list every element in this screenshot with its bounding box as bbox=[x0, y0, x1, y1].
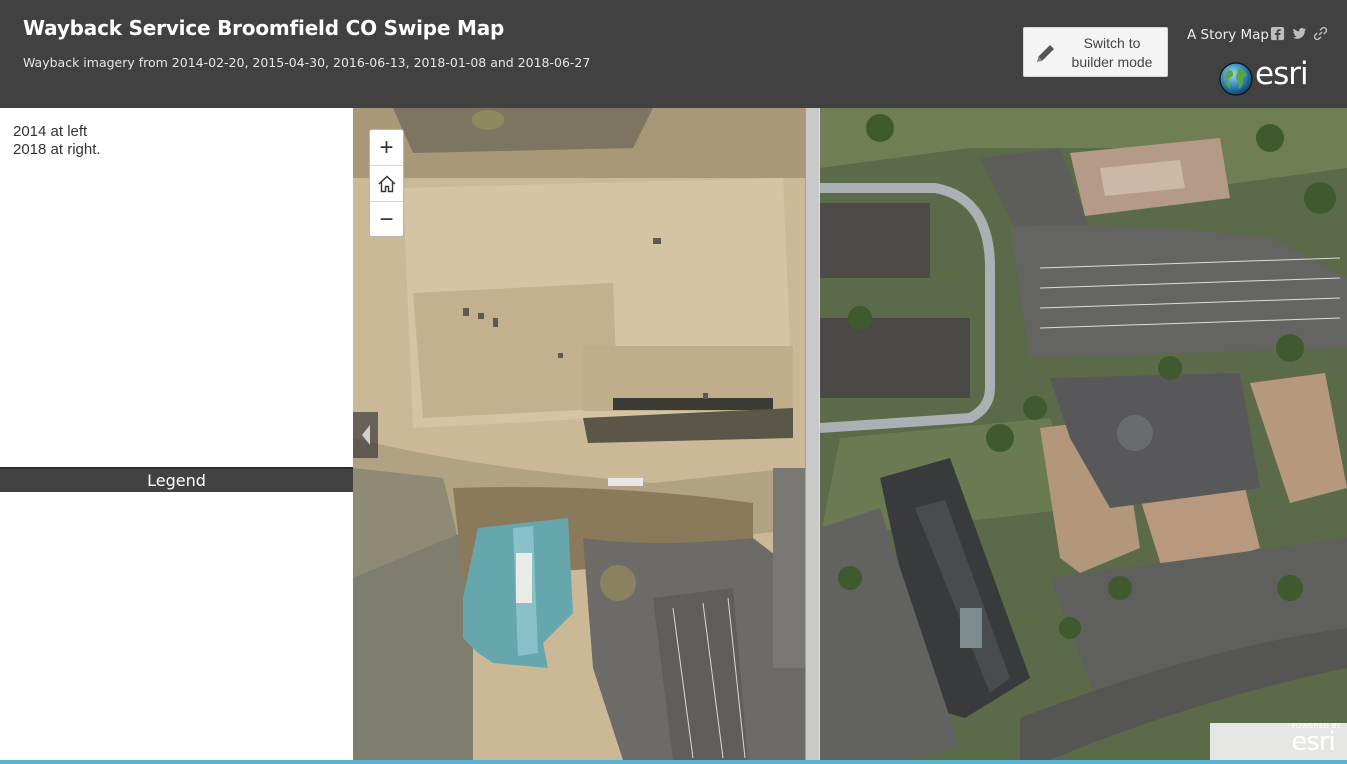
left-imagery-2014 bbox=[353, 108, 805, 760]
zoom-in-button[interactable]: + bbox=[370, 130, 403, 165]
globe-icon bbox=[1219, 62, 1253, 96]
switch-to-builder-button[interactable]: Switch to builder mode bbox=[1023, 27, 1168, 77]
collapse-panel-button[interactable] bbox=[353, 412, 378, 458]
twitter-icon[interactable] bbox=[1292, 26, 1307, 41]
zoom-out-button[interactable]: − bbox=[370, 202, 403, 237]
builder-button-label: Switch to builder mode bbox=[1062, 34, 1162, 72]
story-map-link[interactable]: A Story Map bbox=[1187, 27, 1269, 43]
bottom-accent-strip bbox=[0, 760, 1347, 764]
home-icon bbox=[378, 175, 395, 192]
facebook-icon[interactable] bbox=[1270, 26, 1285, 41]
pencil-icon bbox=[1037, 45, 1054, 62]
page-subtitle: Wayback imagery from 2014-02-20, 2015-04… bbox=[23, 55, 591, 70]
builder-button-line1: Switch to bbox=[1083, 35, 1141, 51]
office-park-imagery bbox=[820, 108, 1347, 760]
swipe-divider-handle[interactable] bbox=[805, 108, 820, 760]
side-panel: 2014 at left 2018 at right. Legend bbox=[0, 108, 353, 764]
powered-by-esri[interactable]: POWERED BY esri bbox=[1291, 722, 1341, 757]
swipe-map[interactable]: + − POWERED BY esri bbox=[353, 108, 1347, 760]
home-button[interactable] bbox=[370, 166, 403, 201]
builder-button-line2: builder mode bbox=[1071, 54, 1153, 70]
page-title: Wayback Service Broomfield CO Swipe Map bbox=[23, 16, 505, 40]
app-header: Wayback Service Broomfield CO Swipe Map … bbox=[0, 0, 1347, 108]
legend-header[interactable]: Legend bbox=[0, 467, 353, 492]
link-icon[interactable] bbox=[1313, 26, 1328, 41]
esri-wordmark: esri bbox=[1255, 56, 1309, 92]
zoom-controls: + − bbox=[369, 129, 404, 237]
powered-by-logo: esri bbox=[1291, 727, 1335, 757]
esri-logo[interactable]: esri bbox=[1219, 56, 1319, 100]
construction-imagery bbox=[353, 108, 805, 760]
chevron-left-icon bbox=[361, 425, 370, 445]
description-text: 2014 at left 2018 at right. bbox=[13, 123, 101, 159]
right-imagery-2018 bbox=[820, 108, 1347, 760]
description-line: 2014 at left bbox=[13, 123, 88, 140]
description-line: 2018 at right. bbox=[13, 141, 101, 158]
